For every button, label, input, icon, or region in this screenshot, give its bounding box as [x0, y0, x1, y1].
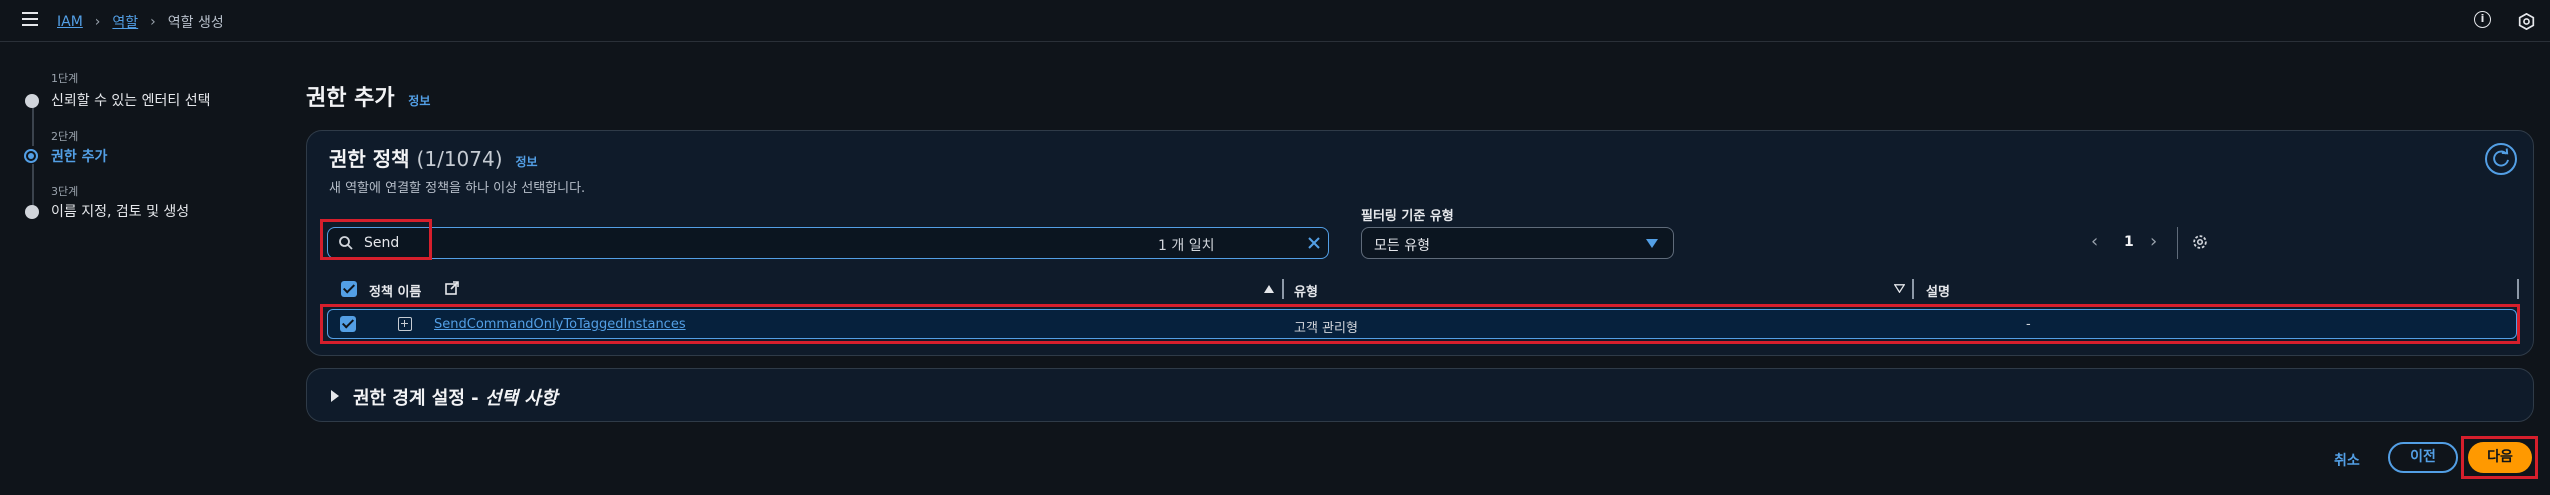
- table-header: 정책 이름 유형 설명: [327, 277, 2519, 305]
- refresh-icon[interactable]: [2485, 143, 2517, 175]
- breadcrumb-roles[interactable]: 역할: [112, 12, 138, 32]
- step-1-indicator: [25, 94, 39, 108]
- breadcrumb-current: 역할 생성: [167, 15, 224, 31]
- panel-description: 새 역할에 연결할 정책을 하나 이상 선택합니다.: [329, 181, 586, 196]
- caret-down-icon: [1646, 239, 1658, 248]
- column-divider: [1282, 279, 1284, 299]
- settings-icon[interactable]: [2518, 13, 2535, 30]
- sort-ascending-icon[interactable]: [1264, 285, 1274, 293]
- filter-type-label: 필터링 기준 유형: [1361, 209, 1454, 224]
- page-title: 권한 추가 정보: [306, 80, 430, 112]
- policy-count: (1/1074): [416, 147, 503, 171]
- external-link-icon: [445, 281, 459, 295]
- menu-icon[interactable]: [22, 12, 38, 26]
- column-header-type[interactable]: 유형: [1294, 281, 1318, 300]
- info-icon[interactable]: i: [2474, 11, 2491, 28]
- boundary-title-text: 권한 경계 설정 -: [353, 388, 485, 409]
- select-all-checkbox[interactable]: [341, 281, 357, 297]
- type-filter-value: 모든 유형: [1374, 238, 1430, 254]
- type-filter-select[interactable]: 모든 유형: [1361, 227, 1674, 259]
- step-number: 3단계: [51, 185, 79, 198]
- info-link[interactable]: 정보: [408, 94, 430, 108]
- settings-icon[interactable]: [2191, 233, 2209, 251]
- cancel-button[interactable]: 취소: [2334, 450, 2360, 470]
- breadcrumb: IAM › 역할 › 역할 생성: [57, 12, 224, 32]
- column-divider: [1912, 279, 1914, 299]
- step-2-indicator: [24, 149, 38, 163]
- caret-right-icon[interactable]: [331, 390, 339, 402]
- boundary-title[interactable]: 권한 경계 설정 - 선택 사항: [353, 384, 557, 410]
- column-header-description[interactable]: 설명: [1926, 281, 1950, 300]
- page-title-text: 권한 추가: [306, 86, 395, 111]
- clear-icon[interactable]: [1306, 235, 1322, 251]
- column-header-policy-name[interactable]: 정책 이름: [369, 281, 421, 300]
- column-divider: [2517, 279, 2519, 299]
- step-3-label: 이름 지정, 검토 및 생성: [51, 204, 190, 220]
- previous-button[interactable]: 이전: [2388, 442, 2458, 473]
- chevron-left-icon[interactable]: ‹: [2091, 233, 2098, 251]
- chevron-right-icon[interactable]: ›: [2150, 233, 2157, 251]
- boundary-optional-text: 선택 사항: [484, 388, 558, 409]
- step-number: 1단계: [51, 72, 79, 85]
- breadcrumb-iam[interactable]: IAM: [57, 14, 83, 30]
- panel-title-text: 권한 정책: [329, 147, 410, 171]
- chevron-right-icon: ›: [150, 14, 156, 30]
- match-count: 1 개 일치: [1158, 238, 1215, 254]
- info-link[interactable]: 정보: [515, 155, 537, 169]
- step-3-indicator: [25, 205, 39, 219]
- chevron-right-icon: ›: [94, 14, 101, 30]
- step-connector: [32, 164, 34, 206]
- pager-divider: [2177, 227, 2178, 259]
- permissions-boundary-section[interactable]: 권한 경계 설정 - 선택 사항: [306, 368, 2534, 422]
- step-connector: [32, 104, 34, 146]
- step-1-label[interactable]: 신뢰할 수 있는 엔터티 선택: [51, 90, 210, 110]
- page-number[interactable]: 1: [2124, 234, 2134, 250]
- sort-icon[interactable]: [1894, 284, 1905, 293]
- next-highlight-box: [2461, 436, 2538, 479]
- panel-title: 권한 정책 (1/1074) 정보: [329, 143, 538, 172]
- permission-policies-panel: 권한 정책 (1/1074) 정보 새 역할에 연결할 정책을 하나 이상 선택…: [306, 130, 2534, 356]
- row-highlight-box: [320, 304, 2520, 344]
- top-navigation-bar: IAM › 역할 › 역할 생성 i: [0, 0, 2550, 42]
- step-2-label: 권한 추가: [51, 149, 108, 165]
- search-highlight-box: [320, 219, 432, 260]
- step-number: 2단계: [51, 130, 79, 143]
